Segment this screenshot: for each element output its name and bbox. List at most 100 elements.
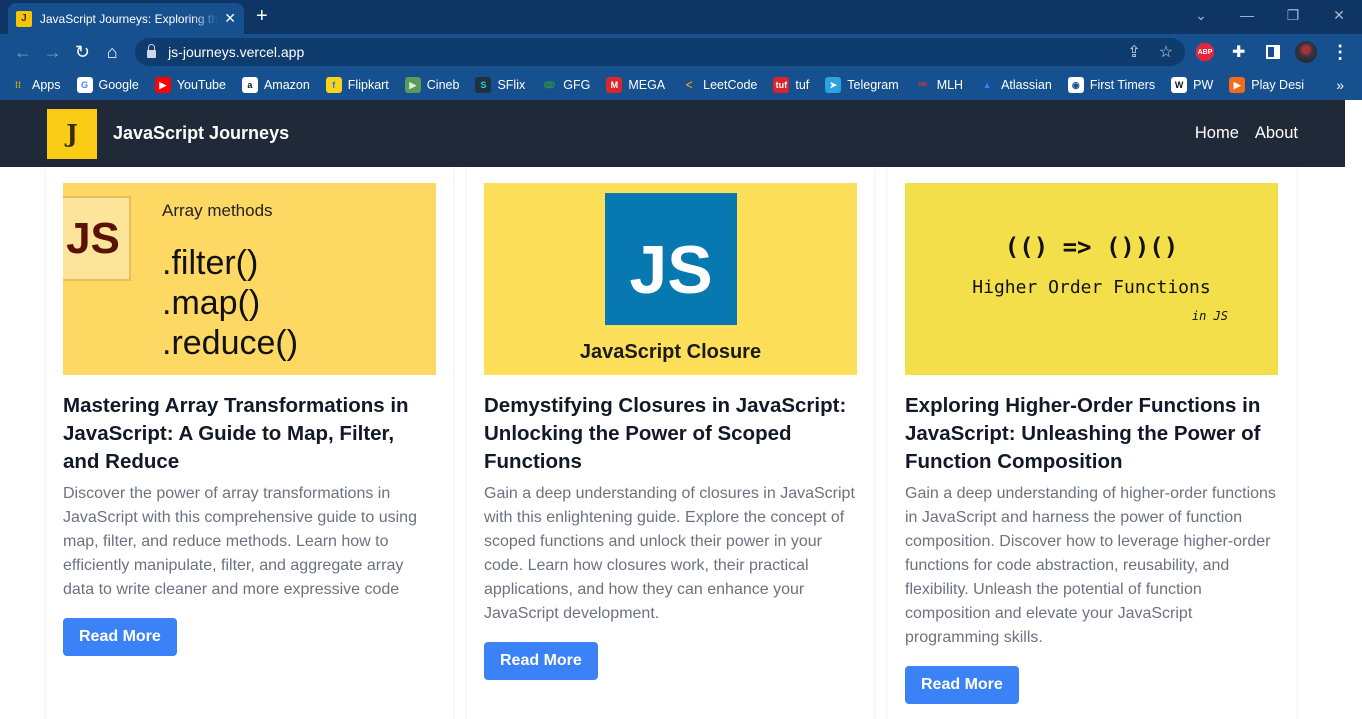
site-navbar: J JavaScript Journeys Home About	[0, 100, 1345, 167]
bookmarks-bar: ⁞⁞ Apps G Google ▶ YouTube a Amazon f Flipkart ▶ Ci…	[0, 70, 1362, 100]
cineb-icon: ▶	[404, 77, 421, 93]
tuf-icon: tuf	[773, 77, 790, 93]
new-tab-button[interactable]: +	[256, 5, 268, 28]
post-card: JS Array methods .filter() .map() .reduc…	[46, 167, 453, 719]
bookmark-item[interactable]: a Amazon	[241, 77, 310, 93]
tab-search-icon[interactable]: ⌄	[1178, 0, 1224, 30]
bookmark-item[interactable]: ◉ First Timers	[1067, 77, 1155, 93]
site-brand[interactable]: JavaScript Journeys	[113, 123, 289, 144]
nav-link-about[interactable]: About	[1255, 124, 1298, 143]
bookmark-item[interactable]: ᐸ LeetCode	[681, 77, 758, 93]
bookmarks-overflow-icon[interactable]: »	[1336, 77, 1344, 93]
thumbnail-heading: Higher Order Functions	[972, 277, 1211, 298]
avatar	[1295, 41, 1318, 63]
bookmark-label: Amazon	[263, 78, 310, 92]
bookmark-label: Google	[98, 78, 139, 92]
post-title: Demystifying Closures in JavaScript: Unl…	[484, 394, 847, 473]
gfg-icon: ↂ	[543, 79, 555, 90]
youtube-icon: ▶	[154, 77, 171, 93]
side-panel-button[interactable]	[1259, 38, 1287, 66]
post-description: Discover the power of array transformati…	[63, 485, 417, 598]
post-title: Exploring Higher-Order Functions in Java…	[905, 394, 1261, 473]
thumbnail-line: .reduce()	[162, 324, 299, 362]
thumbnail-code: (() => ())()	[1004, 233, 1179, 261]
bookmark-label: Play Desi	[1251, 78, 1305, 92]
google-icon: G	[76, 77, 93, 93]
site-logo-icon[interactable]: J	[47, 108, 97, 159]
bookmark-item[interactable]: ᵐʰ MLH	[915, 77, 963, 93]
bookmark-star-icon[interactable]: ☆	[1159, 42, 1173, 62]
post-card: (() => ())() Higher Order Functions in J…	[888, 167, 1296, 719]
browser-tab[interactable]: J JavaScript Journeys: Exploring the Pow…	[8, 3, 244, 34]
post-description: Gain a deep understanding of closures in…	[484, 485, 855, 622]
profile-button[interactable]	[1292, 38, 1320, 66]
bookmark-item[interactable]: tuf tuf	[773, 77, 809, 93]
restore-icon[interactable]: ❐	[1270, 0, 1316, 30]
close-tab-icon[interactable]: ✕	[224, 10, 236, 27]
post-card: JS JavaScript Closure Demystifying Closu…	[467, 167, 874, 719]
play-desi-icon: ▶	[1229, 77, 1246, 93]
thumbnail-line: .filter()	[162, 244, 259, 282]
nav-link-home[interactable]: Home	[1195, 124, 1239, 143]
kebab-menu-icon: ⋮	[1331, 41, 1350, 62]
share-icon[interactable]: ⇪	[1127, 42, 1140, 62]
browser-toolbar: ← → ↻ ⌂ js-journeys.vercel.app ⇪ ☆ ABP ✚…	[0, 34, 1362, 70]
browser-menu-button[interactable]: ⋮	[1326, 38, 1354, 66]
address-bar[interactable]: js-journeys.vercel.app ⇪ ☆	[135, 38, 1186, 66]
thumbnail-heading: Array methods	[162, 201, 273, 220]
post-thumbnail: JS Array methods .filter() .map() .reduc…	[63, 183, 436, 375]
post-thumbnail: JS JavaScript Closure	[484, 183, 857, 375]
js-logo-icon: JS	[605, 193, 737, 325]
page-scrollbar[interactable]	[1345, 100, 1362, 719]
url-text[interactable]: js-journeys.vercel.app	[168, 44, 1109, 60]
adblock-extension[interactable]: ABP	[1191, 38, 1219, 66]
browser-titlebar: J JavaScript Journeys: Exploring the Pow…	[0, 0, 1362, 34]
home-icon[interactable]: ⌂	[97, 37, 127, 67]
minimize-icon[interactable]: —	[1224, 0, 1270, 30]
reload-icon[interactable]: ↻	[68, 37, 98, 67]
amazon-icon: a	[241, 77, 258, 93]
window-close-icon[interactable]: ✕	[1316, 0, 1362, 30]
js-badge-icon: JS	[63, 196, 131, 281]
bookmark-item[interactable]: ▶ Cineb	[404, 77, 459, 93]
mlh-icon: ᵐʰ	[918, 80, 927, 90]
read-more-button[interactable]: Read More	[484, 642, 598, 680]
bookmark-item[interactable]: ⁞⁞ Apps	[10, 77, 61, 93]
bookmark-item[interactable]: ↂ GFG	[541, 77, 591, 93]
bookmark-label: YouTube	[176, 78, 226, 92]
post-description: Gain a deep understanding of higher-orde…	[905, 485, 1276, 646]
globe-icon: ◉	[1067, 77, 1084, 93]
bookmark-label: GFG	[563, 78, 591, 92]
lock-icon[interactable]	[147, 44, 157, 58]
pw-icon: W	[1171, 77, 1188, 93]
post-title: Mastering Array Transformations in JavaS…	[63, 394, 409, 473]
bookmark-item[interactable]: f Flipkart	[325, 77, 389, 93]
read-more-button[interactable]: Read More	[63, 618, 177, 656]
read-more-button[interactable]: Read More	[905, 666, 1019, 704]
bookmark-item[interactable]: M MEGA	[606, 77, 665, 93]
bookmark-item[interactable]: S SFlix	[475, 77, 525, 93]
bookmark-item[interactable]: ▲ Atlassian	[979, 77, 1052, 93]
adblock-icon: ABP	[1195, 43, 1214, 61]
side-panel-icon	[1265, 45, 1280, 59]
bookmark-label: LeetCode	[703, 78, 758, 92]
bookmark-item[interactable]: W PW	[1171, 77, 1213, 93]
bookmark-label: PW	[1193, 78, 1214, 92]
bookmark-label: Telegram	[847, 78, 899, 92]
bookmark-item[interactable]: ➤ Telegram	[825, 77, 899, 93]
atlassian-icon: ▲	[982, 80, 992, 90]
bookmark-item[interactable]: ▶ Play Desi	[1229, 77, 1304, 93]
thumbnail-code: .filter() .map() .reduce()	[162, 243, 298, 363]
bookmark-item[interactable]: G Google	[76, 77, 139, 93]
bookmark-label: MLH	[936, 78, 964, 92]
telegram-icon: ➤	[825, 77, 842, 93]
leetcode-icon: ᐸ	[685, 79, 693, 90]
extensions-button[interactable]: ✚	[1225, 38, 1253, 66]
forward-icon[interactable]: →	[38, 37, 68, 67]
bookmark-item[interactable]: ▶ YouTube	[154, 77, 226, 93]
mega-icon: M	[606, 77, 623, 93]
bookmark-label: tuf	[795, 78, 810, 92]
post-grid: JS Array methods .filter() .map() .reduc…	[46, 167, 1296, 719]
bookmark-label: Apps	[32, 78, 61, 92]
back-icon[interactable]: ←	[8, 37, 38, 67]
